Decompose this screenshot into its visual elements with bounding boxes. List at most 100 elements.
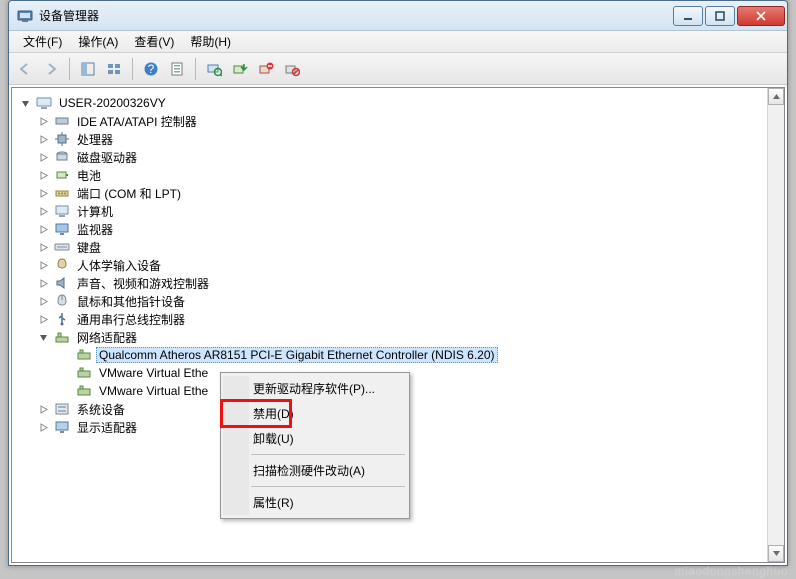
network-icon: [54, 329, 70, 345]
tree-category-label: 网络适配器: [74, 328, 140, 347]
toolbar-separator: [195, 58, 196, 80]
menubar: 文件(F) 操作(A) 查看(V) 帮助(H): [9, 31, 787, 53]
expand-toggle[interactable]: [37, 277, 49, 289]
menu-action[interactable]: 操作(A): [70, 31, 126, 52]
watermark: miaodongshenghuo: [675, 564, 788, 578]
minimize-button[interactable]: [673, 6, 703, 26]
mouse-icon: [54, 293, 70, 309]
tree-category-label: 显示适配器: [74, 418, 140, 437]
tree-category[interactable]: 键盘: [34, 238, 780, 256]
tree-category-label: 声音、视频和游戏控制器: [74, 274, 212, 293]
monitor-icon: [54, 221, 70, 237]
expand-toggle[interactable]: [37, 223, 49, 235]
keyboard-icon: [54, 239, 70, 255]
back-icon: [13, 57, 37, 81]
tree-category[interactable]: 磁盘驱动器: [34, 148, 780, 166]
ide-icon: [54, 113, 70, 129]
tree-device[interactable]: VMware Virtual Ethe: [56, 364, 780, 382]
tree-category[interactable]: 网络适配器: [34, 328, 780, 346]
scroll-down-button[interactable]: [768, 545, 784, 562]
tree-category-label: 处理器: [74, 130, 116, 149]
tree-root[interactable]: USER-20200326VY: [16, 94, 780, 112]
toolbar: ?: [9, 53, 787, 85]
computer-icon: [36, 95, 52, 111]
tree-category-label: 系统设备: [74, 400, 128, 419]
expand-toggle[interactable]: [37, 169, 49, 181]
cpu-icon: [54, 131, 70, 147]
tree-category[interactable]: 人体学输入设备: [34, 256, 780, 274]
device-tree-panel: USER-20200326VY IDE ATA/ATAPI 控制器处理器磁盘驱动…: [11, 87, 785, 563]
tree-category[interactable]: 计算机: [34, 202, 780, 220]
nic-icon: [76, 365, 92, 381]
help-icon[interactable]: ?: [139, 57, 163, 81]
nic-icon: [76, 383, 92, 399]
titlebar: 设备管理器: [9, 1, 787, 31]
show-hidden-icon[interactable]: [76, 57, 100, 81]
tree-category[interactable]: IDE ATA/ATAPI 控制器: [34, 112, 780, 130]
toolbar-separator: [69, 58, 70, 80]
tree-device-label: VMware Virtual Ethe: [96, 365, 211, 381]
expand-toggle[interactable]: [37, 259, 49, 271]
tree-category-label: 键盘: [74, 238, 104, 257]
scroll-up-button[interactable]: [768, 88, 784, 105]
collapse-toggle[interactable]: [37, 331, 49, 343]
expand-toggle[interactable]: [37, 421, 49, 433]
scan-hardware-icon[interactable]: [202, 57, 226, 81]
expand-toggle[interactable]: [37, 115, 49, 127]
port-icon: [54, 185, 70, 201]
expand-toggle[interactable]: [37, 313, 49, 325]
display-icon: [54, 419, 70, 435]
tree-category-label: 磁盘驱动器: [74, 148, 140, 167]
window-buttons: [673, 6, 785, 26]
tree-category-label: IDE ATA/ATAPI 控制器: [74, 112, 200, 131]
maximize-button[interactable]: [705, 6, 735, 26]
expand-toggle[interactable]: [37, 295, 49, 307]
tree-category[interactable]: 端口 (COM 和 LPT): [34, 184, 780, 202]
battery-icon: [54, 167, 70, 183]
tree-category[interactable]: 监视器: [34, 220, 780, 238]
tree-category[interactable]: 电池: [34, 166, 780, 184]
expand-toggle[interactable]: [37, 205, 49, 217]
usb-icon: [54, 311, 70, 327]
context-menu-item[interactable]: 禁用(D): [223, 401, 407, 426]
menu-view[interactable]: 查看(V): [126, 31, 182, 52]
tree-category[interactable]: 通用串行总线控制器: [34, 310, 780, 328]
scroll-track[interactable]: [768, 105, 784, 545]
disable-icon[interactable]: [280, 57, 304, 81]
context-menu-item[interactable]: 卸载(U): [223, 426, 407, 451]
context-menu-item[interactable]: 扫描检测硬件改动(A): [223, 458, 407, 483]
expand-toggle[interactable]: [37, 187, 49, 199]
menu-file[interactable]: 文件(F): [15, 31, 70, 52]
expand-toggle[interactable]: [37, 133, 49, 145]
close-button[interactable]: [737, 6, 785, 26]
context-menu-separator: [251, 486, 405, 487]
expand-toggle[interactable]: [37, 403, 49, 415]
context-menu-separator: [251, 454, 405, 455]
tree-device[interactable]: VMware Virtual Ethe: [56, 382, 780, 400]
properties-icon[interactable]: [165, 57, 189, 81]
tree-root-label: USER-20200326VY: [56, 95, 169, 111]
update-driver-icon[interactable]: [228, 57, 252, 81]
system-icon: [54, 401, 70, 417]
context-menu-item[interactable]: 属性(R): [223, 490, 407, 515]
tree-device[interactable]: Qualcomm Atheros AR8151 PCI-E Gigabit Et…: [56, 346, 780, 364]
expand-toggle[interactable]: [37, 151, 49, 163]
expand-toggle[interactable]: [37, 241, 49, 253]
tree-category[interactable]: 鼠标和其他指针设备: [34, 292, 780, 310]
context-menu-gutter: [223, 376, 249, 515]
tree-category-label: 监视器: [74, 220, 116, 239]
tree-device-label: Qualcomm Atheros AR8151 PCI-E Gigabit Et…: [96, 347, 498, 363]
context-menu-item[interactable]: 更新驱动程序软件(P)...: [223, 376, 407, 401]
uninstall-icon[interactable]: [254, 57, 278, 81]
menu-help[interactable]: 帮助(H): [182, 31, 239, 52]
view-icon[interactable]: [102, 57, 126, 81]
svg-text:?: ?: [148, 62, 155, 76]
hid-icon: [54, 257, 70, 273]
tree-category[interactable]: 处理器: [34, 130, 780, 148]
app-icon: [17, 8, 33, 24]
collapse-toggle[interactable]: [19, 97, 31, 109]
vertical-scrollbar[interactable]: [767, 88, 784, 562]
nic-icon: [76, 347, 92, 363]
tree-category-label: 通用串行总线控制器: [74, 310, 188, 329]
tree-category[interactable]: 声音、视频和游戏控制器: [34, 274, 780, 292]
